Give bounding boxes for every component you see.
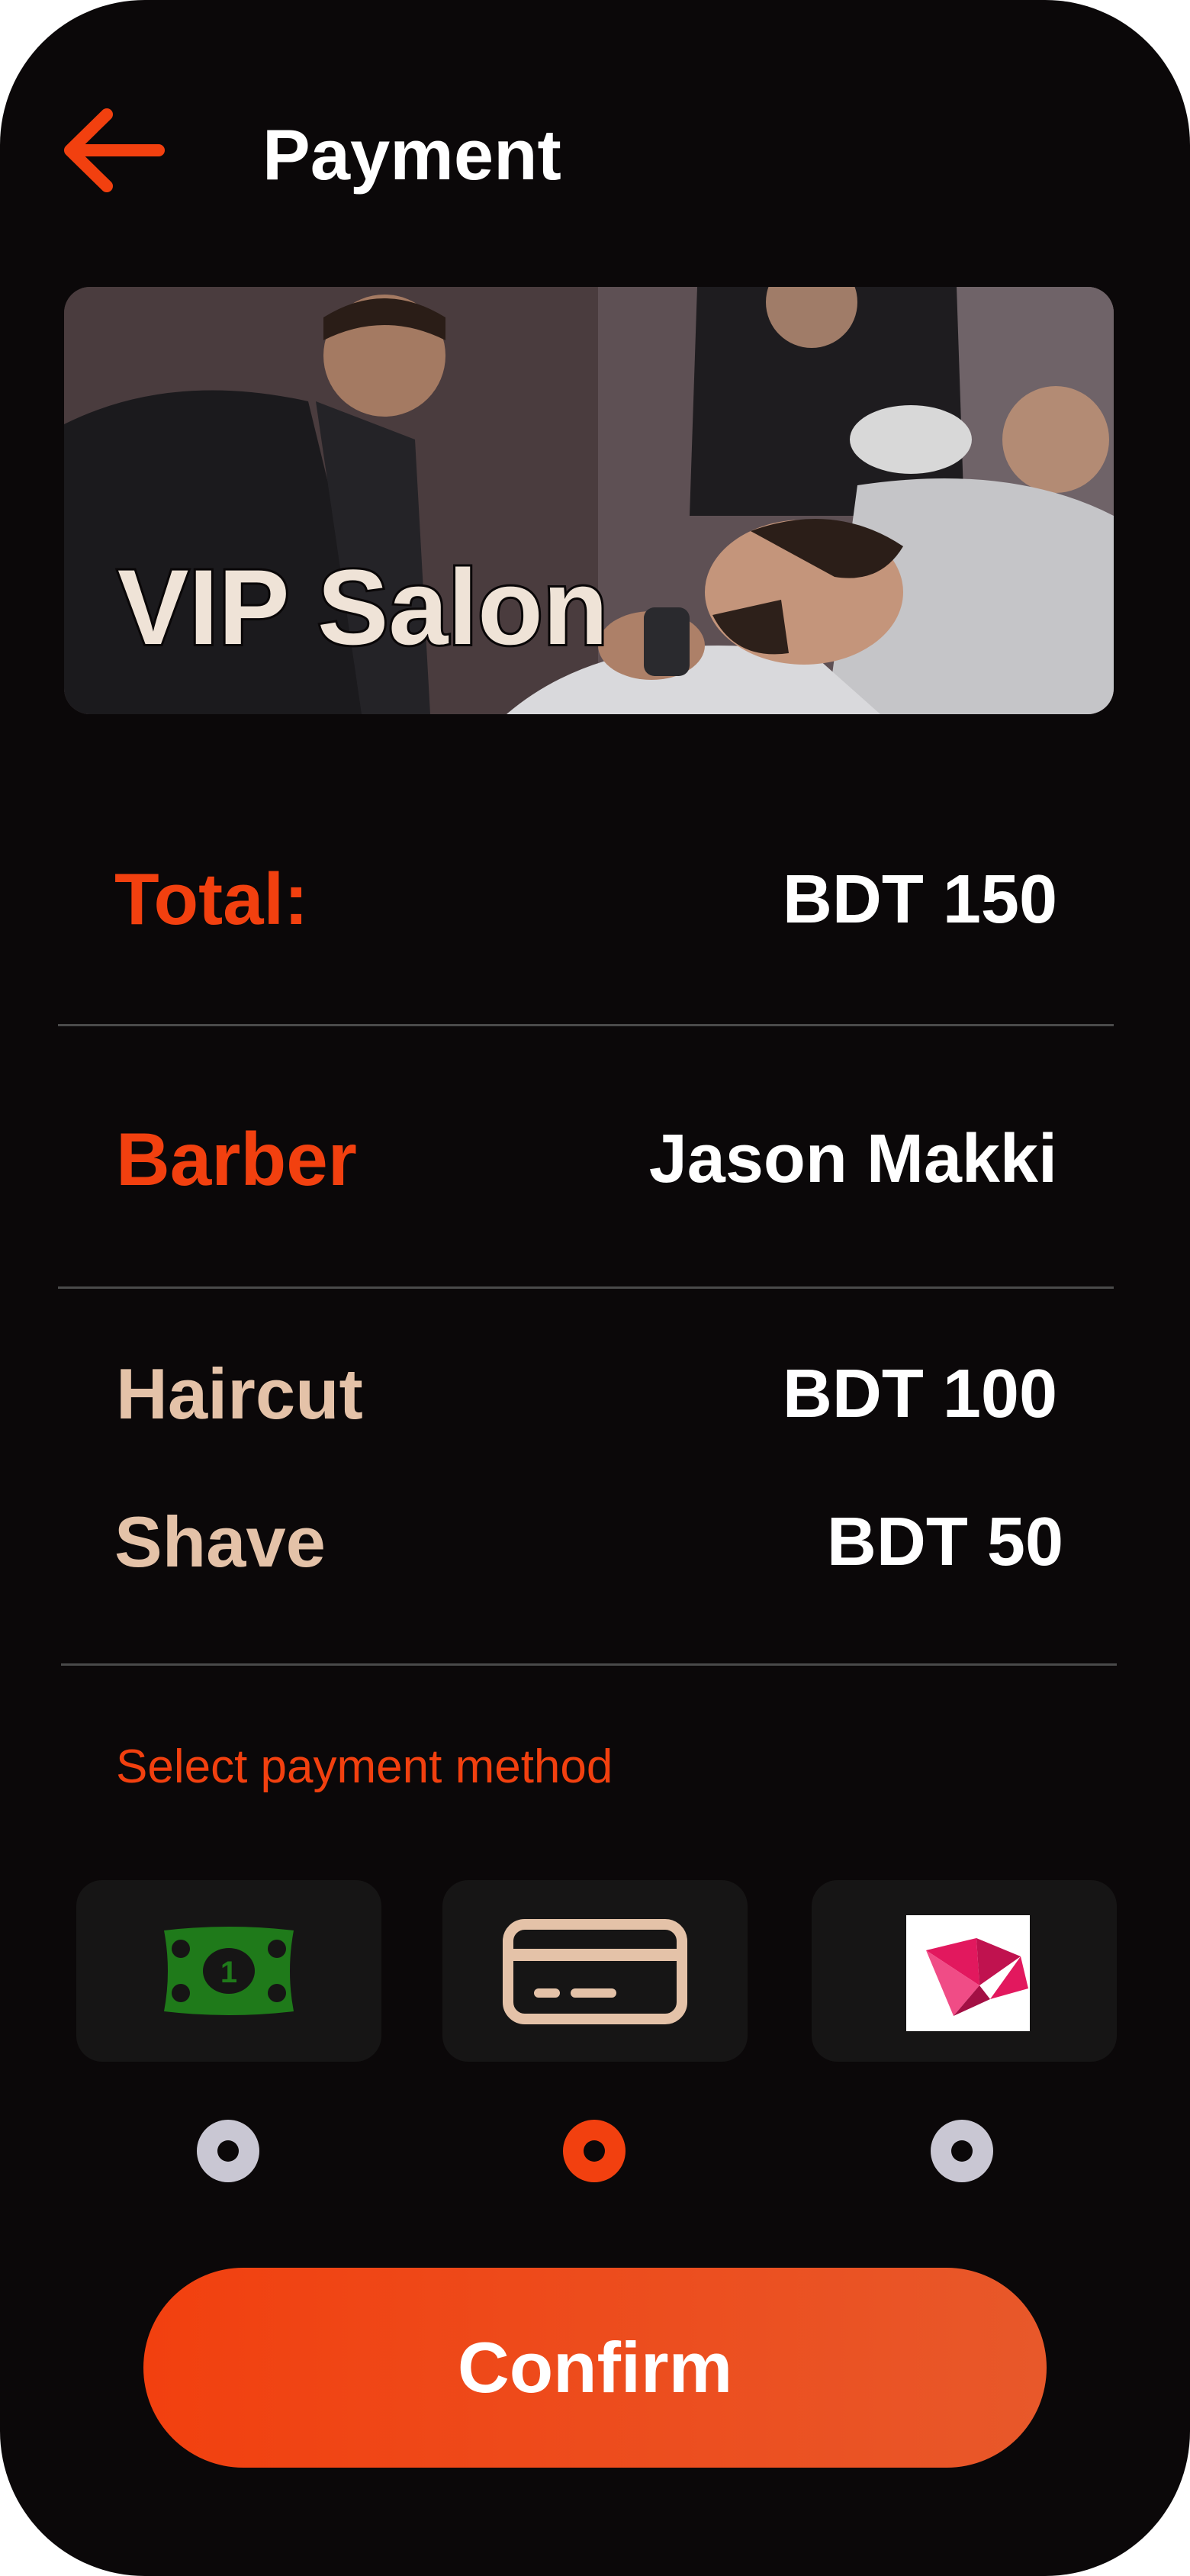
credit-card-icon	[503, 1919, 687, 2024]
service-price: BDT 50	[826, 1504, 1063, 1580]
salon-name: VIP Salon	[115, 545, 610, 669]
payment-option-cash[interactable]: 1	[76, 1880, 381, 2062]
radio-dot	[217, 2140, 239, 2162]
radio-dot	[951, 2140, 973, 2162]
radio-card[interactable]	[563, 2120, 626, 2182]
total-value: BDT 150	[782, 861, 1057, 938]
salon-banner: VIP Salon	[64, 287, 1114, 714]
page-title: Payment	[262, 114, 561, 195]
payment-option-wallet[interactable]	[812, 1880, 1117, 2062]
service-price: BDT 100	[782, 1356, 1057, 1432]
radio-wallet[interactable]	[931, 2120, 993, 2182]
barber-label: Barber	[116, 1117, 357, 1201]
barber-name: Jason Makki	[648, 1121, 1057, 1197]
arrow-left-icon	[64, 108, 165, 192]
cash-icon: 1	[164, 1927, 294, 2015]
confirm-button[interactable]: Confirm	[143, 2268, 1047, 2468]
divider	[58, 1024, 1114, 1026]
origami-bird-logo-icon	[906, 1915, 1030, 2031]
divider	[58, 1286, 1114, 1289]
svg-text:1: 1	[220, 1956, 237, 1989]
radio-dot	[584, 2140, 605, 2162]
divider	[61, 1663, 1117, 1666]
back-button[interactable]	[60, 107, 166, 194]
payment-option-card[interactable]	[442, 1880, 748, 2062]
radio-cash[interactable]	[197, 2120, 259, 2182]
service-name: Shave	[114, 1502, 326, 1582]
payment-screen: Payment VIP Salon Total: BDT 150 Barber …	[0, 0, 1190, 2576]
payment-method-label: Select payment method	[116, 1740, 613, 1793]
total-label: Total:	[114, 858, 309, 940]
service-name: Haircut	[116, 1354, 363, 1434]
